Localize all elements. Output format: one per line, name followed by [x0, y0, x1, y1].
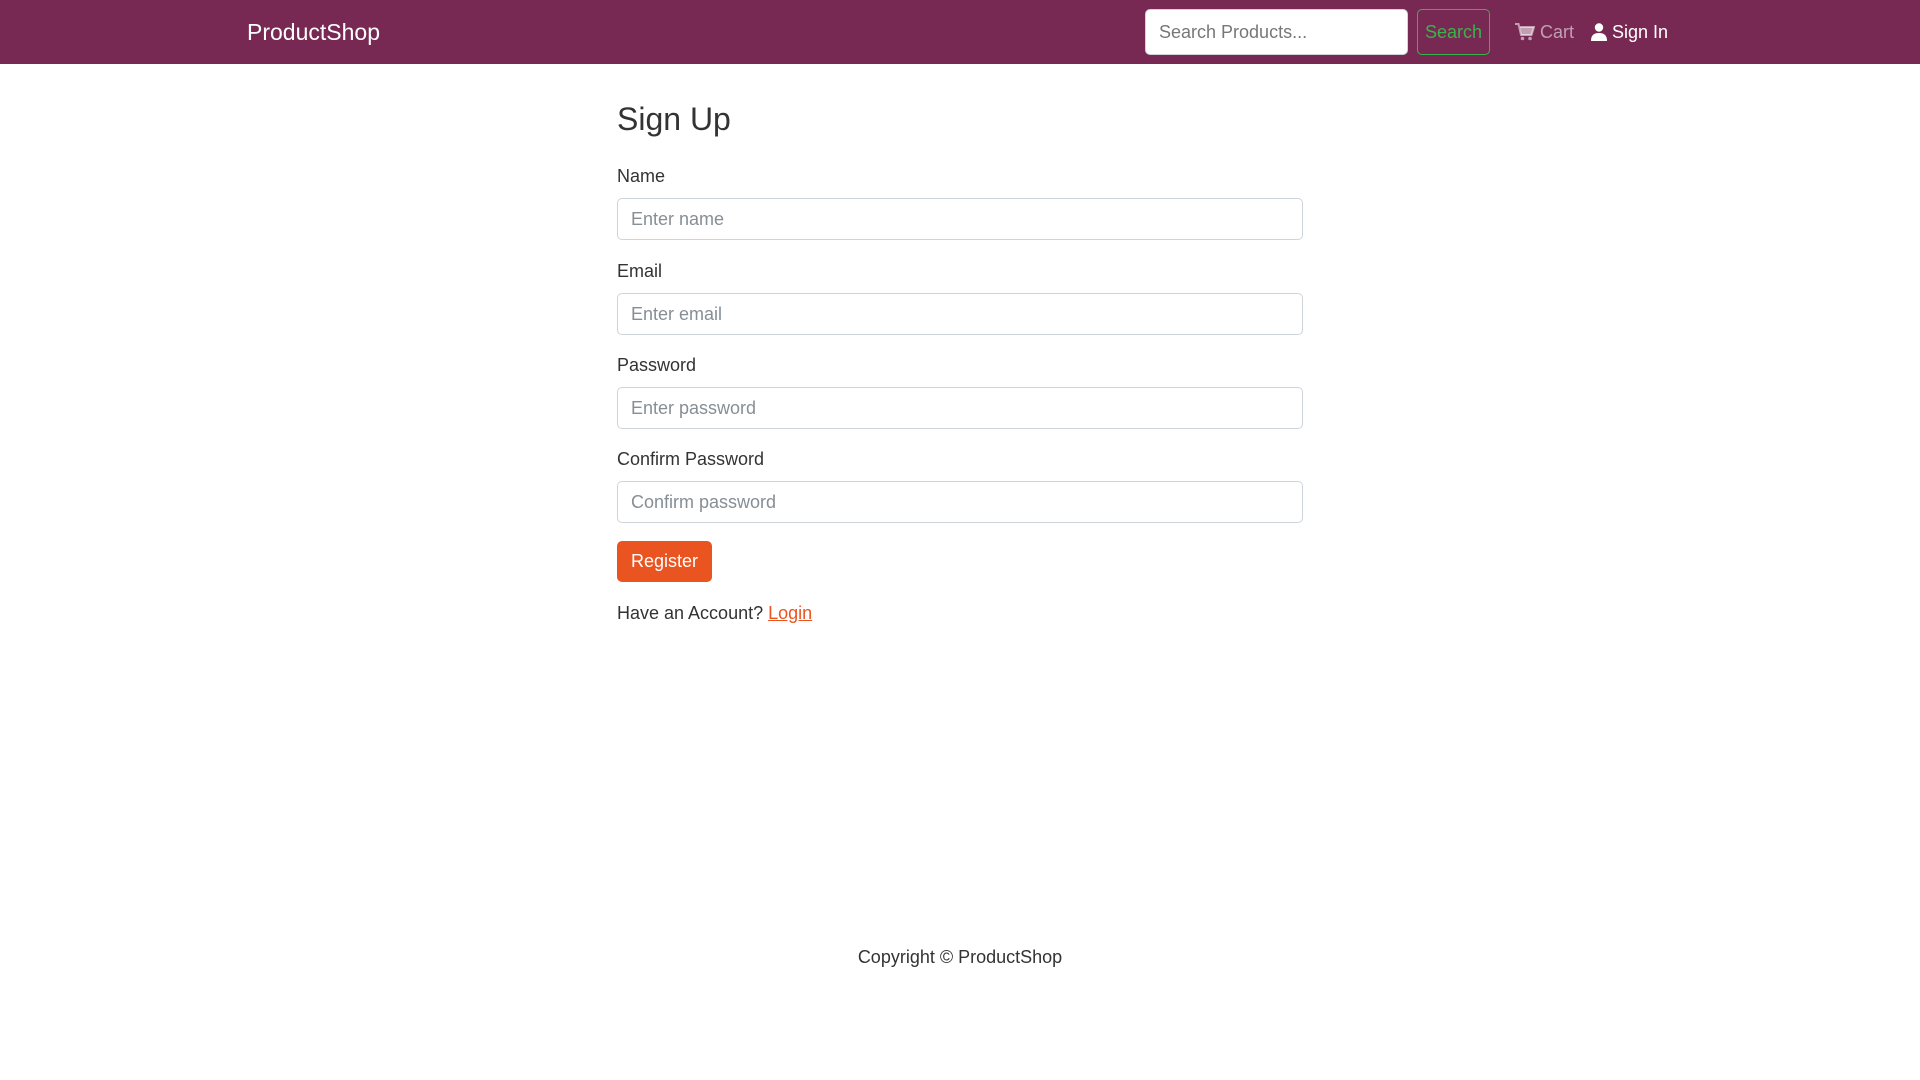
cart-link[interactable]: Cart: [1515, 19, 1574, 45]
signin-link[interactable]: Sign In: [1591, 19, 1668, 45]
confirm-password-label: Confirm Password: [617, 449, 765, 469]
confirm-password-field[interactable]: [617, 481, 1303, 523]
email-field[interactable]: [617, 293, 1303, 335]
cart-icon: [1515, 23, 1535, 41]
search-button[interactable]: Search: [1417, 9, 1490, 55]
user-icon: [1591, 23, 1607, 41]
name-label: Name: [617, 166, 666, 186]
account-prompt: Have an Account? Login: [617, 601, 812, 625]
password-field[interactable]: [617, 387, 1303, 429]
account-prompt-text: Have an Account?: [617, 603, 764, 623]
password-label: Password: [617, 355, 697, 375]
register-button[interactable]: Register: [617, 541, 712, 582]
search-input[interactable]: [1145, 9, 1408, 55]
page-title: Sign Up: [617, 101, 731, 137]
footer: Copyright © ProductShop: [0, 945, 1920, 969]
login-link[interactable]: Login: [768, 603, 812, 623]
cart-label: Cart: [1540, 21, 1575, 42]
navbar: ProductShop Search Cart Sign In: [0, 0, 1920, 64]
brand-link[interactable]: ProductShop: [247, 17, 380, 47]
email-label: Email: [617, 261, 663, 281]
signin-label: Sign In: [1612, 21, 1669, 42]
name-field[interactable]: [617, 198, 1303, 240]
copyright-text: Copyright © ProductShop: [857, 947, 1063, 967]
